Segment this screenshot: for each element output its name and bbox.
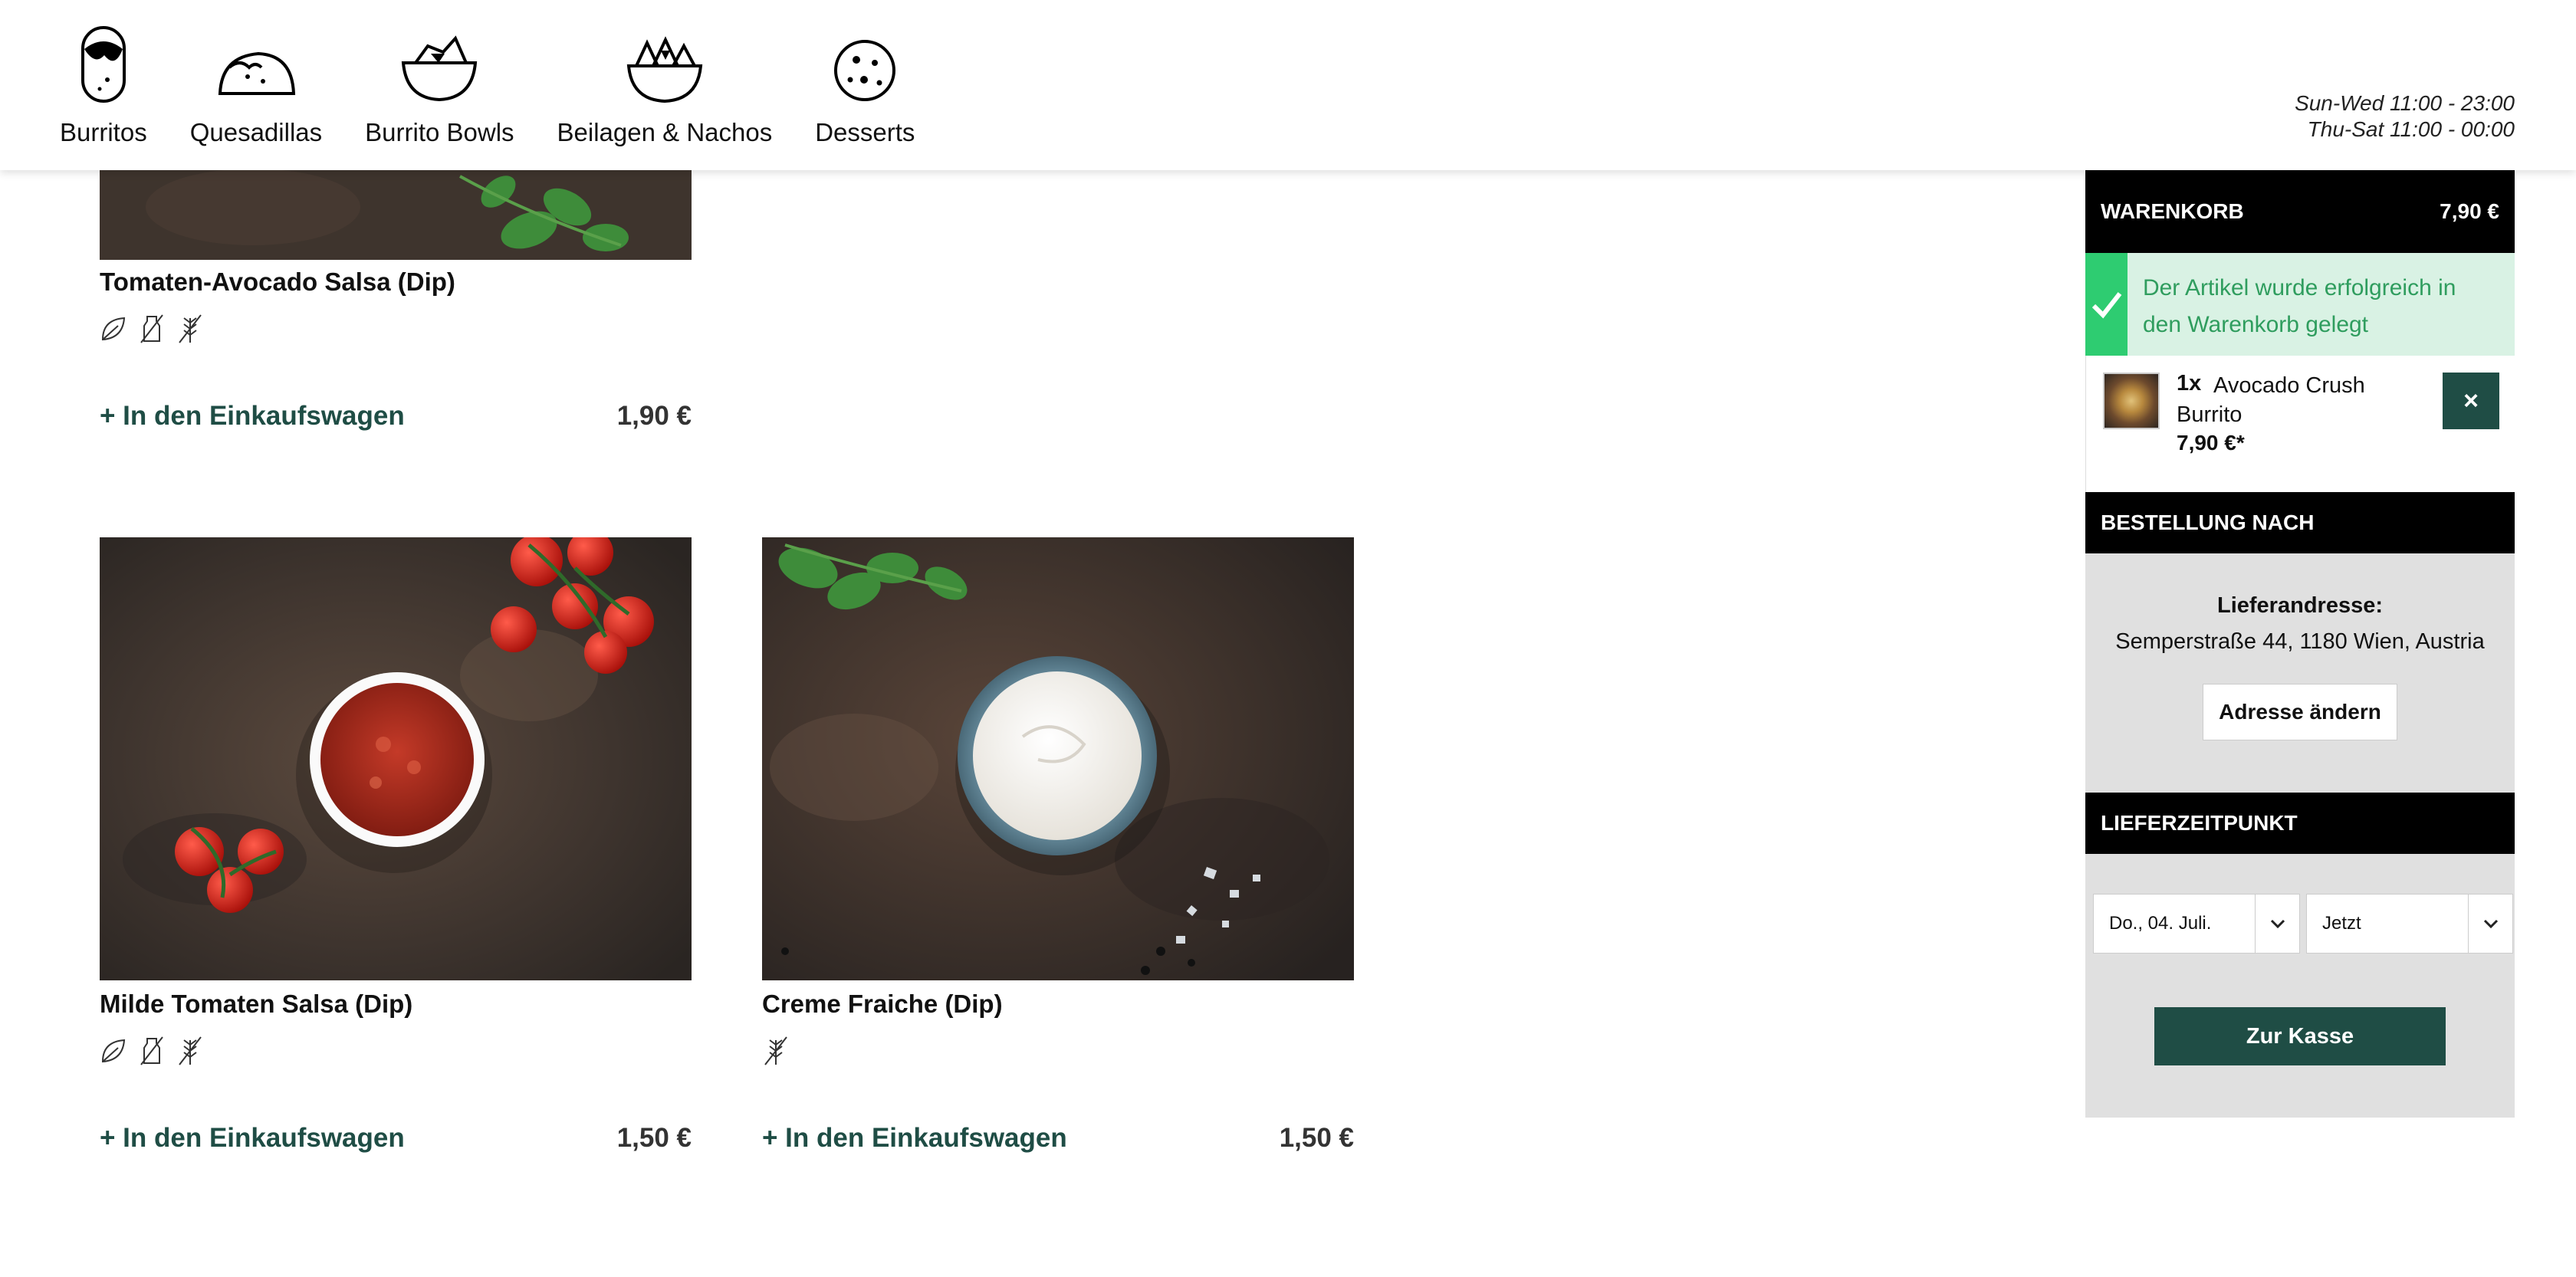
checkout-button[interactable]: Zur Kasse	[2154, 1007, 2446, 1065]
product-price: 1,90 €	[616, 401, 692, 431]
delivery-title: LIEFERZEITPUNKT	[2101, 811, 2298, 835]
no-gluten-icon	[179, 314, 202, 343]
add-to-cart-link[interactable]: + In den Einkaufswagen	[762, 1123, 1067, 1154]
cart-panel: WARENKORB 7,90 € Der Artikel wurde erfol…	[2085, 170, 2515, 1118]
product-title: Milde Tomaten Salsa (Dip)	[100, 990, 413, 1018]
diet-badges	[100, 314, 692, 347]
no-gluten-icon	[764, 1036, 787, 1065]
product-image[interactable]	[100, 537, 692, 980]
time-select[interactable]: Jetzt	[2306, 894, 2513, 954]
cart-header: WARENKORB 7,90 €	[2085, 170, 2515, 253]
date-select[interactable]: Do., 04. Juli.	[2093, 894, 2300, 954]
product-card: Milde Tomaten Salsa (Dip) + In den Einka…	[100, 537, 692, 1154]
creme-fraiche-photo	[762, 537, 1354, 980]
time-value: Jetzt	[2322, 913, 2361, 934]
product-image[interactable]	[762, 537, 1354, 980]
nav-item-burritos[interactable]: Burritos	[60, 23, 147, 147]
opening-hours: Sun-Wed 11:00 - 23:00 Thu-Sat 11:00 - 00…	[2295, 90, 2515, 143]
address-value: Semperstraße 44, 1180 Wien, Austria	[2115, 629, 2485, 654]
burrito-icon	[80, 26, 126, 103]
herb-garnish	[100, 161, 692, 260]
address-section: Lieferandresse: Semperstraße 44, 1180 Wi…	[2085, 553, 2515, 793]
nachos-icon	[626, 36, 703, 103]
chevron-down-icon	[2468, 895, 2512, 953]
delivery-time-section: Do., 04. Juli. Jetzt Zur Kasse	[2085, 854, 2515, 1118]
hours-line: Thu-Sat 11:00 - 00:00	[2307, 117, 2515, 141]
product-title: Creme Fraiche (Dip)	[762, 990, 1003, 1018]
remove-item-button[interactable]: ×	[2443, 373, 2499, 429]
quesadilla-icon	[218, 51, 296, 95]
category-nav: Burritos Quesadillas Burrito Bowls Beila…	[60, 23, 915, 147]
product-card: Tomaten-Avocado Salsa (Dip) + In den Ein…	[100, 161, 692, 432]
cart-item-price: 7,90 €*	[2177, 431, 2245, 455]
diet-badges	[762, 1036, 1354, 1069]
salsa-photo	[100, 537, 692, 980]
nav-label: Burritos	[60, 118, 147, 146]
close-icon: ×	[2463, 386, 2479, 415]
product-price: 1,50 €	[616, 1123, 692, 1153]
cart-row: + In den Einkaufswagen 1,50 €	[762, 1123, 1354, 1154]
success-notice: Der Artikel wurde erfolgreich in den War…	[2085, 253, 2515, 356]
product-card: Creme Fraiche (Dip) + In den Einkaufswag…	[762, 537, 1354, 1154]
nav-label: Quesadillas	[189, 118, 323, 146]
nav-item-quesadillas[interactable]: Quesadillas	[190, 23, 322, 147]
nav-label: Desserts	[815, 118, 915, 146]
date-value: Do., 04. Juli.	[2109, 913, 2212, 934]
no-lactose-icon	[140, 1036, 163, 1065]
address-label: Lieferandresse:	[2217, 593, 2383, 618]
success-message: Der Artikel wurde erfolgreich in den War…	[2142, 275, 2456, 337]
no-gluten-icon	[179, 1036, 202, 1065]
product-title: Tomaten-Avocado Salsa (Dip)	[100, 268, 455, 296]
nav-item-beilagen-nachos[interactable]: Beilagen & Nachos	[557, 23, 773, 147]
diet-badges	[100, 1036, 692, 1069]
nav-item-desserts[interactable]: Desserts	[815, 23, 915, 147]
cart-item-name: Avocado Crush Burrito	[2177, 373, 2365, 427]
nav-label: Burrito Bowls	[365, 118, 514, 146]
checkmark-icon	[2085, 253, 2128, 356]
burrito-bowl-icon	[402, 35, 478, 102]
vegan-leaf-icon	[101, 1039, 126, 1063]
add-to-cart-link[interactable]: + In den Einkaufswagen	[100, 401, 405, 432]
cookie-icon	[834, 40, 896, 101]
change-address-button[interactable]: Adresse ändern	[2203, 684, 2397, 740]
cart-item-thumbnail	[2103, 373, 2160, 429]
hours-line: Sun-Wed 11:00 - 23:00	[2295, 91, 2515, 115]
cart-row: + In den Einkaufswagen 1,50 €	[100, 1123, 692, 1154]
cart-item: 1x Avocado Crush Burrito 7,90 €* ×	[2085, 356, 2515, 492]
no-lactose-icon	[140, 314, 163, 343]
add-to-cart-link[interactable]: + In den Einkaufswagen	[100, 1123, 405, 1154]
product-image[interactable]	[100, 161, 692, 260]
cart-total: 7,90 €	[2440, 199, 2499, 223]
order-header: BESTELLUNG NACH	[2085, 492, 2515, 553]
cart-title: WARENKORB	[2101, 199, 2244, 223]
order-title: BESTELLUNG NACH	[2101, 510, 2315, 534]
chevron-down-icon	[2255, 895, 2299, 953]
delivery-time-header: LIEFERZEITPUNKT	[2085, 793, 2515, 854]
vegan-leaf-icon	[101, 317, 126, 341]
cart-row: + In den Einkaufswagen 1,90 €	[100, 401, 692, 432]
nav-label: Beilagen & Nachos	[557, 118, 773, 146]
site-header: Burritos Quesadillas Burrito Bowls Beila…	[0, 0, 2576, 170]
product-price: 1,50 €	[1279, 1123, 1354, 1153]
nav-item-burrito-bowls[interactable]: Burrito Bowls	[365, 23, 514, 147]
